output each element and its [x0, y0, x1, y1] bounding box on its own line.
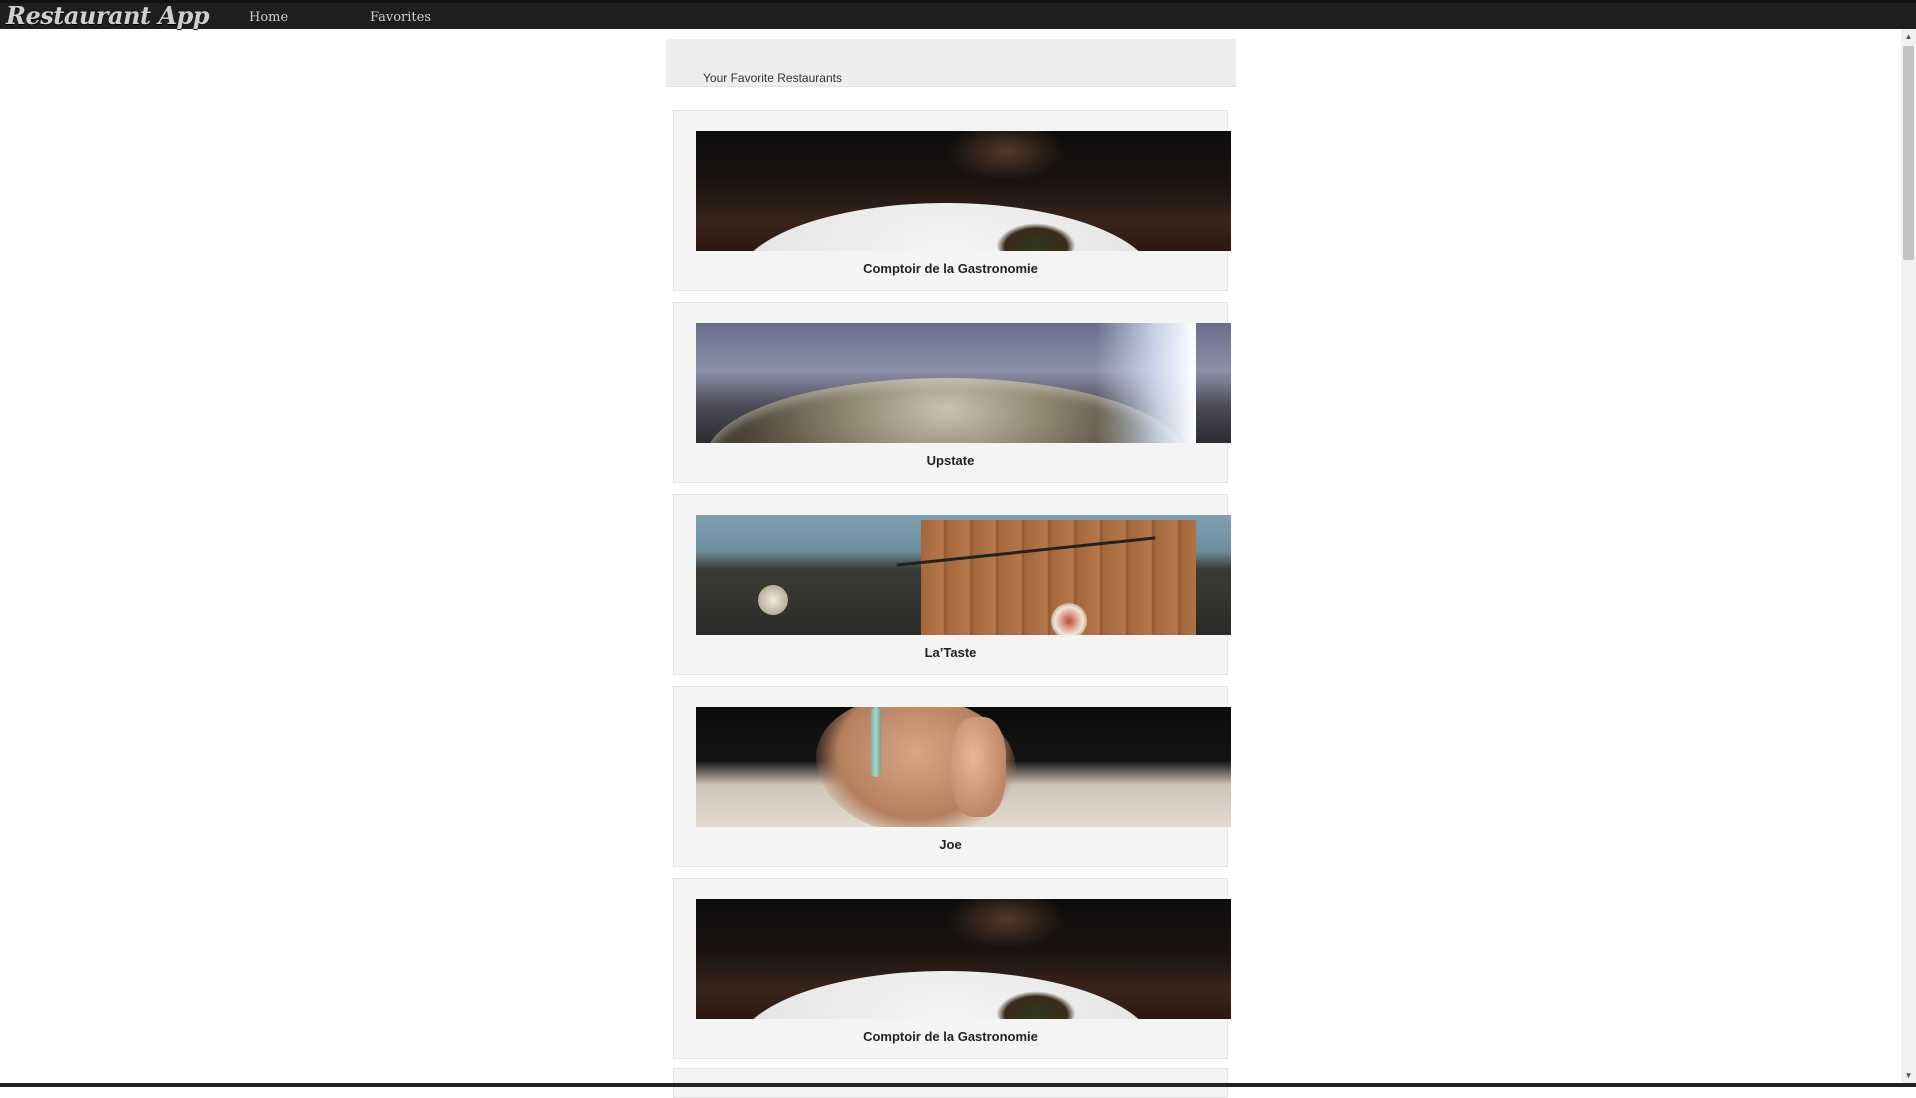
restaurant-photo[interactable]: [696, 899, 1231, 1019]
restaurant-card[interactable]: Comptoir de la Gastronomie: [673, 878, 1231, 1059]
restaurant-name[interactable]: Comptoir de la Gastronomie: [674, 261, 1227, 276]
restaurant-photo[interactable]: [696, 515, 1231, 635]
nav-home-link[interactable]: Home: [249, 10, 288, 25]
window-bottom-border: [0, 1083, 1916, 1087]
restaurant-photo[interactable]: [696, 323, 1231, 443]
restaurant-name[interactable]: Joe: [674, 837, 1227, 852]
restaurant-name[interactable]: La’Taste: [674, 645, 1227, 660]
app-brand-logo[interactable]: Restaurant App: [6, 1, 210, 30]
scroll-down-arrow-icon[interactable]: ▼: [1901, 1068, 1916, 1083]
page-title: Your Favorite Restaurants: [703, 71, 842, 85]
restaurant-photo[interactable]: [696, 131, 1231, 251]
scroll-up-arrow-icon[interactable]: ▲: [1901, 29, 1916, 44]
restaurant-photo[interactable]: [696, 707, 1231, 827]
restaurant-name[interactable]: Upstate: [674, 453, 1227, 468]
restaurant-card[interactable]: Comptoir de la Gastronomie: [673, 110, 1231, 291]
scrollbar-thumb[interactable]: [1903, 46, 1914, 260]
restaurant-name[interactable]: Comptoir de la Gastronomie: [674, 1029, 1227, 1044]
restaurant-card[interactable]: La’Taste: [673, 494, 1231, 675]
top-navbar: Restaurant App Home Favorites: [0, 0, 1916, 30]
restaurant-card[interactable]: Joe: [673, 686, 1231, 867]
favorites-header: Your Favorite Restaurants: [666, 39, 1236, 87]
restaurant-card[interactable]: Upstate: [673, 302, 1231, 483]
nav-favorites-link[interactable]: Favorites: [370, 10, 431, 25]
vertical-scrollbar[interactable]: ▲ ▼: [1901, 29, 1916, 1083]
